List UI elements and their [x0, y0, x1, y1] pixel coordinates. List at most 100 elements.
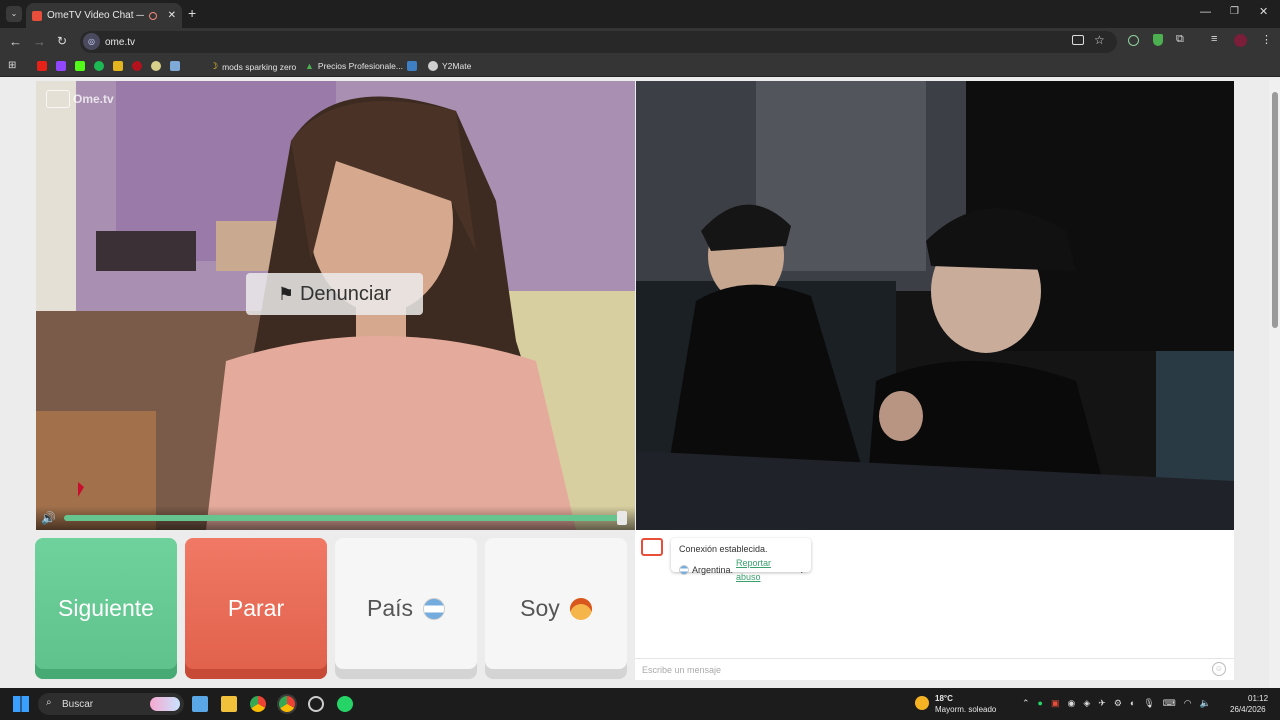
country-filter-button[interactable]: País: [335, 538, 477, 679]
forward-icon[interactable]: →: [33, 34, 46, 49]
next-button-label: Siguiente: [58, 595, 154, 621]
report-abuse-link[interactable]: Reportar abuso: [736, 556, 798, 584]
bookmark-y2mate[interactable]: Y2Mate: [428, 61, 471, 71]
bookmark-mods[interactable]: ☽ mods sparking zero: [210, 61, 296, 72]
screen-share-icon[interactable]: [1072, 35, 1084, 45]
chrome-active-icon[interactable]: [279, 696, 295, 712]
kick-icon[interactable]: [75, 61, 85, 71]
stop-button[interactable]: Parar: [185, 538, 327, 679]
bookmark-precios-label: Precios Profesionale...: [317, 61, 403, 71]
browser-menu-icon[interactable]: ⋮: [1261, 33, 1272, 46]
message-input[interactable]: Escribe un mensaje: [635, 658, 1234, 680]
obs-icon[interactable]: [308, 696, 324, 712]
minimize-button[interactable]: —: [1200, 6, 1211, 18]
start-icon[interactable]: [13, 696, 29, 712]
site-info-icon[interactable]: ◎: [83, 33, 100, 50]
video-icon[interactable]: [113, 61, 123, 71]
mouse-cursor: [78, 482, 84, 497]
steam-tray-icon[interactable]: ⚙: [1114, 698, 1122, 709]
gender-button-label: Soy: [520, 595, 560, 621]
argentina-flag-small-icon: [679, 565, 689, 575]
shield-tray-icon[interactable]: ◈: [1083, 698, 1090, 709]
taskbar-search[interactable]: ⌕ Buscar: [38, 693, 184, 715]
g-hub-tray-icon[interactable]: ◐: [1130, 698, 1135, 709]
wifi-icon[interactable]: ◠: [1184, 698, 1192, 709]
tab-ometv[interactable]: OmeTV Video Chat — Ome ✕: [26, 3, 182, 28]
back-icon[interactable]: ←: [9, 34, 22, 49]
reload-icon[interactable]: ↻: [57, 34, 67, 48]
tab-close-icon[interactable]: ✕: [162, 10, 182, 21]
ometv-logo-icon: [46, 90, 70, 108]
ometv-favicon: [32, 10, 42, 21]
whatsapp-tray-icon[interactable]: ●: [1038, 698, 1043, 709]
report-button[interactable]: ⚑ Denunciar: [246, 273, 423, 315]
ometv-chat-logo-icon: [641, 538, 663, 556]
clock-date[interactable]: 26/4/2026: [1230, 705, 1266, 714]
microphone-icon[interactable]: 🎙: [1143, 698, 1154, 709]
drive-icon: ▲: [305, 61, 314, 71]
discord-tray-icon[interactable]: ◉: [1068, 698, 1076, 709]
self-video-frame: [636, 81, 1234, 530]
weather-temp[interactable]: 18°C: [935, 694, 953, 703]
spotify-icon[interactable]: [94, 61, 104, 71]
bookmark-mods-label: mods sparking zero: [222, 61, 297, 72]
apps-grid-icon[interactable]: ⊞: [8, 60, 16, 71]
page-scrollbar-thumb[interactable]: [1272, 92, 1278, 328]
next-button[interactable]: Siguiente: [35, 538, 177, 679]
whatsapp-extension-icon[interactable]: [1128, 35, 1139, 46]
system-message: Conexión establecida. Argentina. Reporta…: [671, 538, 811, 582]
weather-desc[interactable]: Mayorm. soleado: [935, 705, 996, 714]
volume-slider-knob[interactable]: [617, 511, 627, 525]
speaker-icon[interactable]: 🔈: [1200, 698, 1211, 709]
media-control-icon[interactable]: ≡: [1211, 33, 1217, 45]
chrome-icon[interactable]: [250, 696, 266, 712]
search-highlight-icon: [150, 697, 180, 711]
volume-slider[interactable]: [64, 515, 624, 521]
clock-time[interactable]: 01:12: [1248, 694, 1268, 703]
file-explorer-icon[interactable]: [221, 696, 237, 712]
cloud-icon[interactable]: [151, 61, 161, 71]
chevron-up-icon[interactable]: ⌃: [1022, 698, 1030, 709]
address-bar[interactable]: [80, 31, 1117, 53]
calendar-tray-icon[interactable]: ▣: [1051, 698, 1060, 709]
whatsapp-icon[interactable]: [337, 696, 353, 712]
report-button-label: Denunciar: [299, 282, 392, 305]
search-icon: ⌕: [46, 697, 52, 708]
language-icon[interactable]: ⌨: [1163, 698, 1176, 709]
argentina-flag-icon: [423, 597, 446, 620]
gender-button[interactable]: Soy: [485, 538, 627, 679]
stop-button-label: Parar: [227, 595, 285, 621]
url-text[interactable]: ome.tv: [105, 37, 135, 48]
red-app-icon[interactable]: [132, 61, 142, 71]
y2mate-icon: [428, 61, 438, 71]
emoji-icon[interactable]: ☺: [1212, 662, 1226, 676]
connection-text: Conexión establecida.: [679, 544, 768, 554]
bookmark-icons-row: [37, 61, 180, 71]
profile-avatar[interactable]: [1234, 34, 1247, 47]
close-window-button[interactable]: ✕: [1259, 5, 1268, 18]
bookmark-square[interactable]: [407, 61, 417, 71]
tray-icons: ⌃ ● ▣ ◉ ◈ ✈ ⚙ ◐ 🎙 ⌨ ◠ 🔈: [1022, 698, 1211, 709]
tab-search-button[interactable]: ⌄: [6, 6, 22, 22]
country-name: Argentina.: [691, 565, 733, 575]
volume-icon[interactable]: 🔊: [41, 511, 56, 525]
self-video: [636, 81, 1234, 530]
recording-icon: [148, 11, 157, 20]
widgets-app-icon[interactable]: [192, 696, 208, 712]
extensions-puzzle-icon[interactable]: ⧉: [1176, 33, 1184, 46]
twitch-icon[interactable]: [56, 61, 66, 71]
shield-extension-icon[interactable]: [1153, 34, 1163, 46]
restore-button[interactable]: ❐: [1230, 6, 1239, 17]
flag-icon: ⚑: [277, 283, 294, 304]
youtube-icon[interactable]: [37, 61, 47, 71]
ometv-watermark-text: Ome.tv: [73, 92, 114, 106]
steam-icon[interactable]: [170, 61, 180, 71]
tool-tray-icon[interactable]: ✈: [1098, 698, 1106, 709]
ometv-watermark: Ome.tv: [46, 90, 114, 108]
weather-icon: [915, 696, 929, 710]
report-abuse-period: .: [800, 565, 803, 575]
new-tab-button[interactable]: +: [188, 5, 196, 21]
taskbar-apps: [192, 696, 353, 712]
bookmark-precios[interactable]: ▲ Precios Profesionale...: [305, 61, 403, 71]
bookmark-star-icon[interactable]: ☆: [1094, 33, 1105, 47]
